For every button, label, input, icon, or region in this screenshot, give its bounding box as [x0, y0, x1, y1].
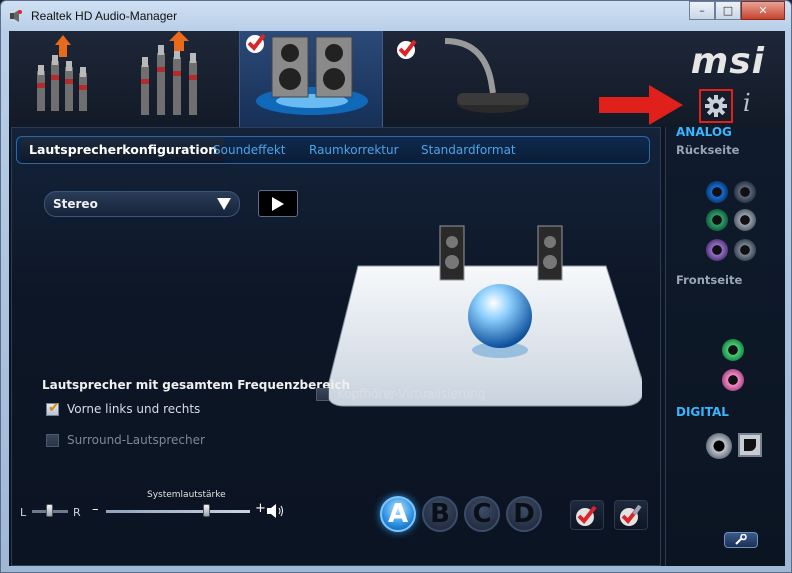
headphone-virtualization-label: Kopfhörer-Virtualisierung: [337, 387, 486, 401]
maximize-button[interactable]: □: [715, 1, 741, 20]
checkmark-icon: [397, 39, 417, 59]
system-volume-title: Systemlautstärke: [147, 490, 226, 500]
front-speakers-label: Vorne links und rechts: [67, 402, 201, 416]
settings-button[interactable]: [699, 89, 733, 123]
system-volume-knob[interactable]: [202, 504, 210, 517]
device-line-out[interactable]: [119, 31, 239, 127]
front-jack-pink[interactable]: [722, 369, 744, 391]
headphone-virtualization-checkbox[interactable]: [316, 387, 329, 401]
dropdown-value: Stereo: [53, 197, 98, 211]
title-bar: Realtek HD Audio-Manager – □ ✕: [1, 1, 791, 31]
system-volume-slider[interactable]: [106, 504, 250, 517]
speaker-app-icon: [10, 10, 22, 22]
device-line-in[interactable]: [9, 31, 119, 127]
play-test-button[interactable]: [258, 190, 298, 217]
fullrange-title: Lautsprecher mit gesamtem Frequenzbereic…: [42, 378, 351, 392]
front-jack-green[interactable]: [722, 339, 744, 361]
msi-logo: msi: [690, 41, 765, 82]
tab-speaker-config[interactable]: Lautsprecherkonfiguration: [21, 137, 226, 163]
dropdown-arrow-icon: [217, 198, 231, 210]
tab-default-format[interactable]: Standardformat: [421, 137, 516, 163]
analog-heading: ANALOG: [676, 125, 732, 139]
rear-jack-gray-2[interactable]: [734, 209, 756, 231]
volume-speaker-icon[interactable]: [266, 503, 286, 519]
rca-plugs-icon: [37, 35, 87, 111]
play-icon: [272, 196, 284, 211]
surround-speakers-checkbox: [46, 433, 59, 447]
profile-c-button[interactable]: C: [464, 496, 500, 532]
app-window: Realtek HD Audio-Manager – □ ✕ msi i Lau…: [0, 0, 792, 573]
checkmark-edit-icon: [620, 504, 642, 526]
balance-left-label: L: [20, 506, 27, 519]
front-heading: Frontseite: [676, 273, 743, 287]
volume-plus: +: [255, 501, 266, 516]
rear-jack-purple[interactable]: [706, 239, 728, 261]
save-profile-button[interactable]: [614, 500, 648, 530]
window-controls: – □ ✕: [689, 1, 785, 21]
apply-profile-button[interactable]: [570, 500, 604, 530]
balance-right-label: R: [73, 506, 81, 519]
left-speaker-icon[interactable]: [439, 225, 465, 281]
front-speakers-checkbox[interactable]: ✔: [46, 399, 60, 416]
tab-room-correction[interactable]: Raumkorrektur: [309, 137, 399, 163]
digital-optical-jack[interactable]: [738, 433, 762, 457]
profile-d-button[interactable]: D: [506, 496, 542, 532]
surround-speakers-option: Surround-Lautsprecher: [46, 432, 205, 448]
tab-bar: Lautsprecherkonfiguration Soundeffekt Ra…: [16, 136, 650, 164]
balance-slider[interactable]: [32, 504, 68, 517]
surround-speakers-label: Surround-Lautsprecher: [67, 433, 205, 447]
digital-coax-jack[interactable]: [706, 433, 732, 459]
rear-jack-green[interactable]: [706, 209, 728, 231]
speaker-config-dropdown[interactable]: Stereo: [44, 191, 240, 217]
profile-a-button[interactable]: A: [380, 496, 416, 532]
digital-heading: DIGITAL: [676, 405, 729, 419]
connector-panel: ANALOG Rückseite Frontseite DIGITAL: [665, 125, 785, 566]
wrench-icon: [735, 534, 747, 545]
headphone-virtualization-option[interactable]: Kopfhörer-Virtualisierung: [316, 386, 486, 402]
optical-port-icon: [744, 439, 756, 451]
red-arrow-annotation: [599, 85, 683, 125]
connector-settings-button[interactable]: [724, 532, 758, 548]
app-content: msi i Lautsprecherkonfiguration Soundeff…: [9, 31, 785, 566]
checkmark-icon: [246, 33, 266, 53]
minimize-button[interactable]: –: [689, 1, 715, 20]
main-panel: Lautsprecherkonfiguration Soundeffekt Ra…: [11, 127, 661, 566]
device-speakers[interactable]: [239, 31, 383, 127]
listener-sphere: [468, 284, 532, 348]
tab-sound-effect[interactable]: Soundeffekt: [213, 137, 285, 163]
window-title: Realtek HD Audio-Manager: [31, 9, 178, 23]
volume-minus: –: [92, 502, 99, 517]
device-microphone[interactable]: [383, 31, 543, 127]
profile-b-button[interactable]: B: [422, 496, 458, 532]
rear-jack-blue[interactable]: [706, 181, 728, 203]
rear-jack-gray-3[interactable]: [734, 239, 756, 261]
right-speaker-icon[interactable]: [537, 225, 563, 281]
speaker-stage: [326, 225, 642, 407]
rca-plugs-out-icon: [141, 31, 197, 115]
balance-slider-knob[interactable]: [46, 504, 53, 517]
front-speakers-option[interactable]: ✔ Vorne links und rechts: [46, 399, 201, 417]
check-tick-icon: ✔: [48, 399, 60, 416]
rear-jack-gray-1[interactable]: [734, 181, 756, 203]
rear-heading: Rückseite: [676, 143, 740, 157]
info-button[interactable]: i: [743, 89, 751, 117]
checkmark-icon: [576, 505, 597, 526]
gear-icon: [705, 95, 727, 117]
close-button[interactable]: ✕: [741, 1, 785, 20]
